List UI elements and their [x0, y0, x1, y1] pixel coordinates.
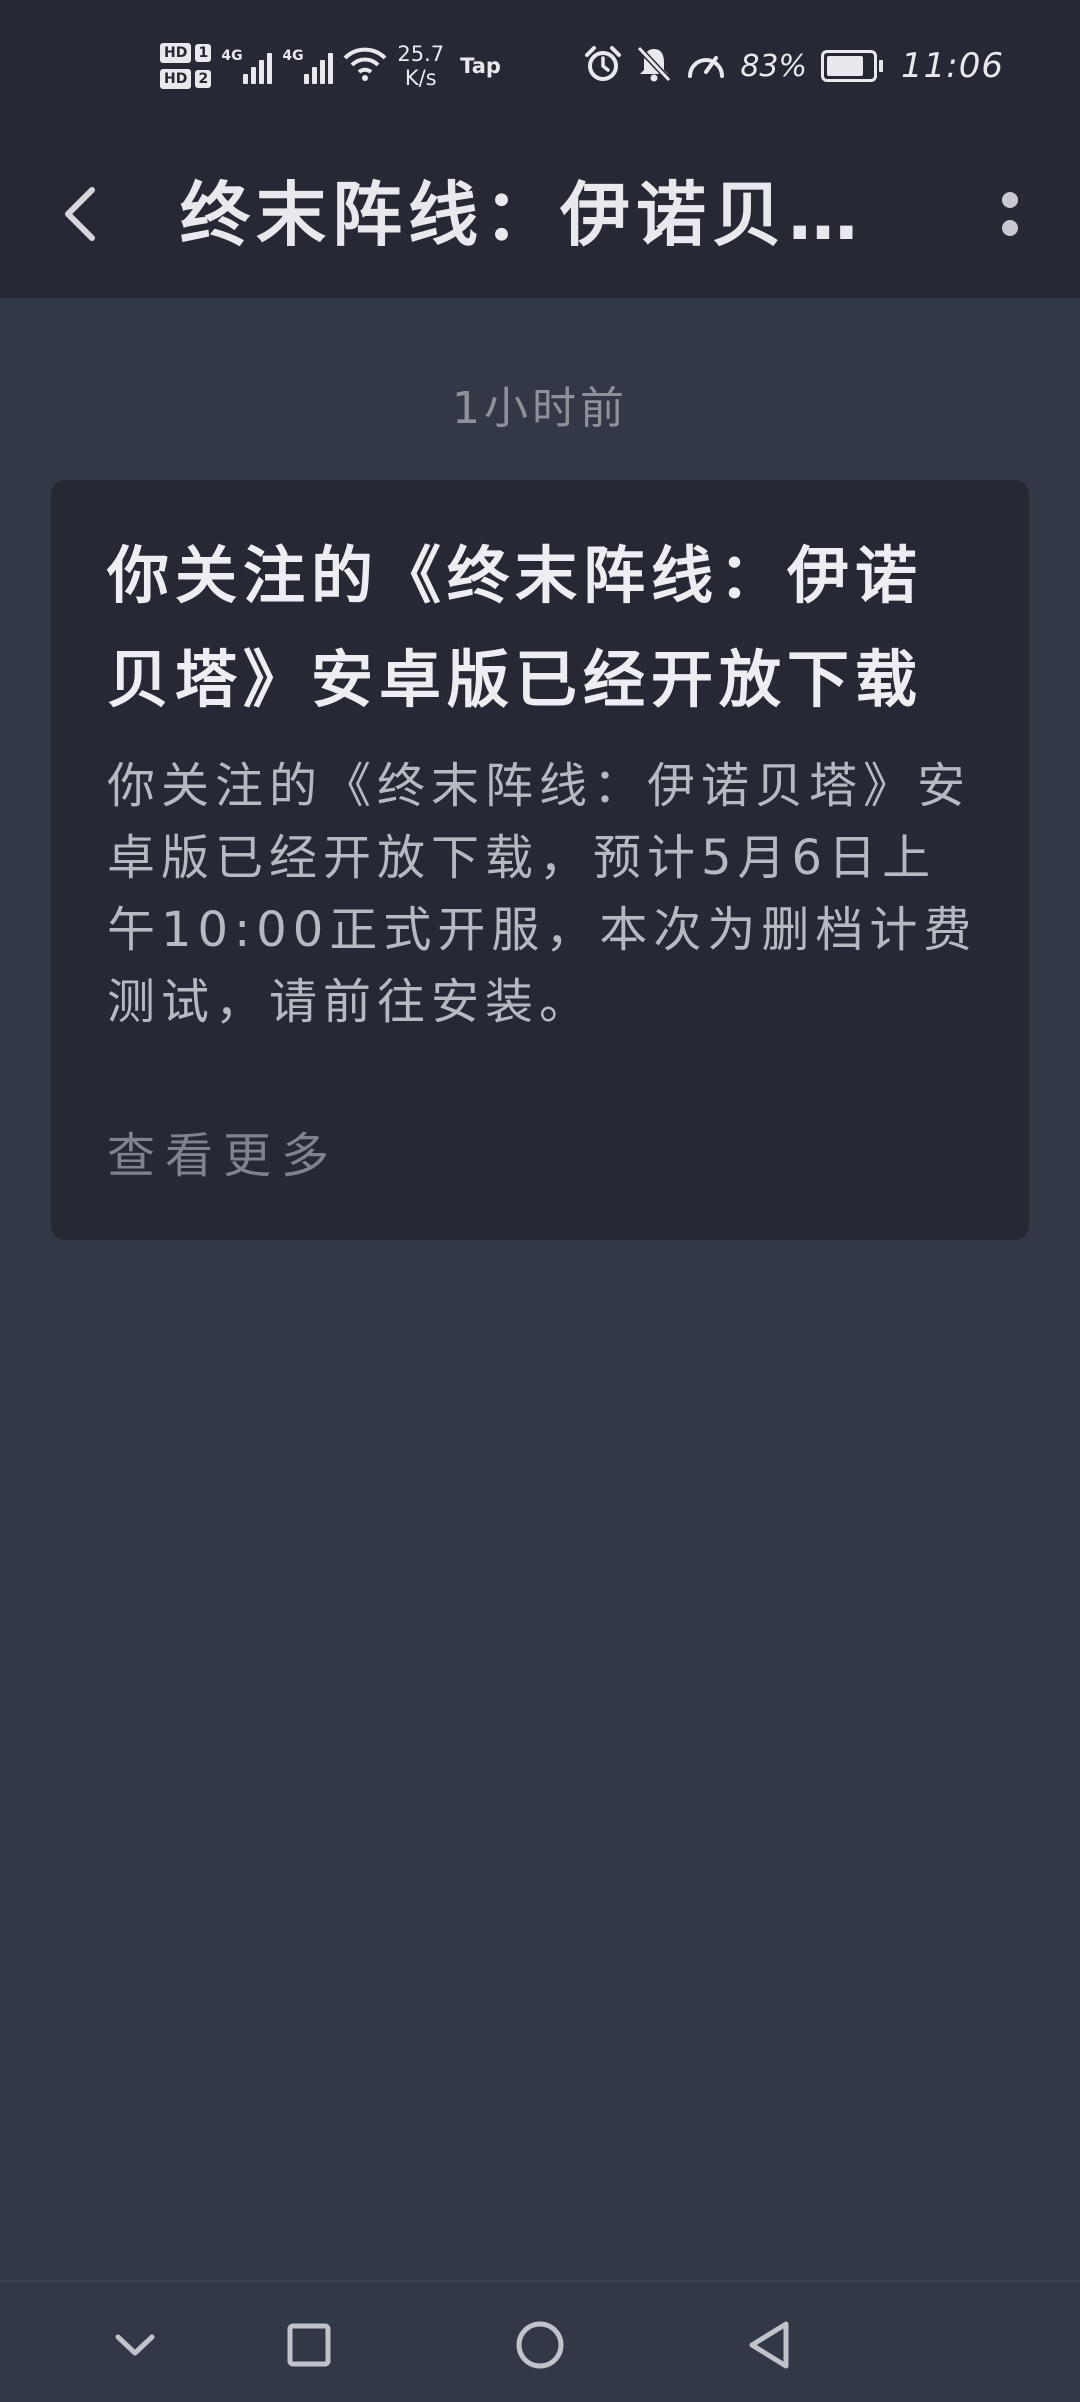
speedometer-icon	[686, 46, 726, 86]
nav-back-button[interactable]	[725, 2300, 815, 2390]
more-dot-bottom	[1002, 220, 1018, 236]
nav-recents-button[interactable]	[264, 2300, 354, 2390]
message-card[interactable]: 你关注的《终末阵线：伊诺贝塔》安卓版已经开放下载 你关注的《终末阵线：伊诺贝塔》…	[51, 480, 1029, 1240]
network-speed: 25.7 K/s	[397, 42, 444, 90]
battery-icon	[821, 50, 884, 82]
status-bar: HD 1 HD 2 4G 4G 25.7 K/s Tap 83% 11:06	[0, 0, 1080, 130]
sim2-indicator: HD 2	[160, 69, 212, 89]
more-options-button[interactable]	[970, 174, 1050, 254]
chevron-left-icon	[65, 187, 95, 241]
network-type-2: 4G	[282, 48, 304, 64]
battery-fill	[827, 56, 863, 76]
back-button[interactable]	[40, 174, 120, 254]
more-dot-top	[1002, 192, 1018, 208]
signal-2-icon: 4G	[282, 48, 334, 84]
clock: 11:06	[901, 46, 1004, 86]
view-more-link[interactable]: 查看更多	[107, 1120, 339, 1192]
message-title: 你关注的《终末阵线：伊诺贝塔》安卓版已经开放下载	[107, 539, 924, 716]
status-bar-right: 83% 11:06	[584, 44, 1004, 88]
page-title: 终末阵线：伊诺贝…	[180, 174, 864, 256]
wifi-icon	[343, 46, 387, 86]
status-bar-left: HD 1 HD 2 4G 4G 25.7 K/s Tap	[160, 34, 501, 98]
signal-1-icon: 4G	[221, 48, 273, 84]
mute-bell-icon	[636, 45, 672, 87]
sim1-number: 1	[195, 44, 212, 62]
triangle-back-icon	[749, 2321, 789, 2369]
speed-value: 25.7	[397, 42, 445, 66]
speed-unit: K/s	[404, 66, 437, 90]
square-icon	[287, 2323, 331, 2367]
battery-percent: 83%	[740, 48, 808, 84]
circle-icon	[516, 2321, 564, 2369]
nav-home-button[interactable]	[495, 2300, 585, 2390]
message-body: 你关注的《终末阵线：伊诺贝塔》安卓版已经开放下载，预计5月6日上午10:00正式…	[107, 758, 978, 1030]
sim2-number: 2	[195, 70, 212, 88]
nav-collapse-button[interactable]	[90, 2300, 180, 2390]
sim2-hd-badge: HD	[160, 69, 192, 89]
sim1-indicator: HD 1	[160, 43, 212, 63]
app-bar: 终末阵线：伊诺贝…	[0, 130, 1080, 298]
system-nav-bar	[0, 2280, 1080, 2402]
message-timestamp: 1小时前	[452, 383, 628, 434]
alarm-icon	[584, 45, 622, 87]
network-type-1: 4G	[221, 48, 243, 64]
sim-indicators: HD 1 HD 2	[160, 43, 212, 89]
tap-notification-icon: Tap	[460, 54, 501, 78]
sim1-hd-badge: HD	[160, 43, 192, 63]
chevron-down-icon	[115, 2334, 155, 2356]
